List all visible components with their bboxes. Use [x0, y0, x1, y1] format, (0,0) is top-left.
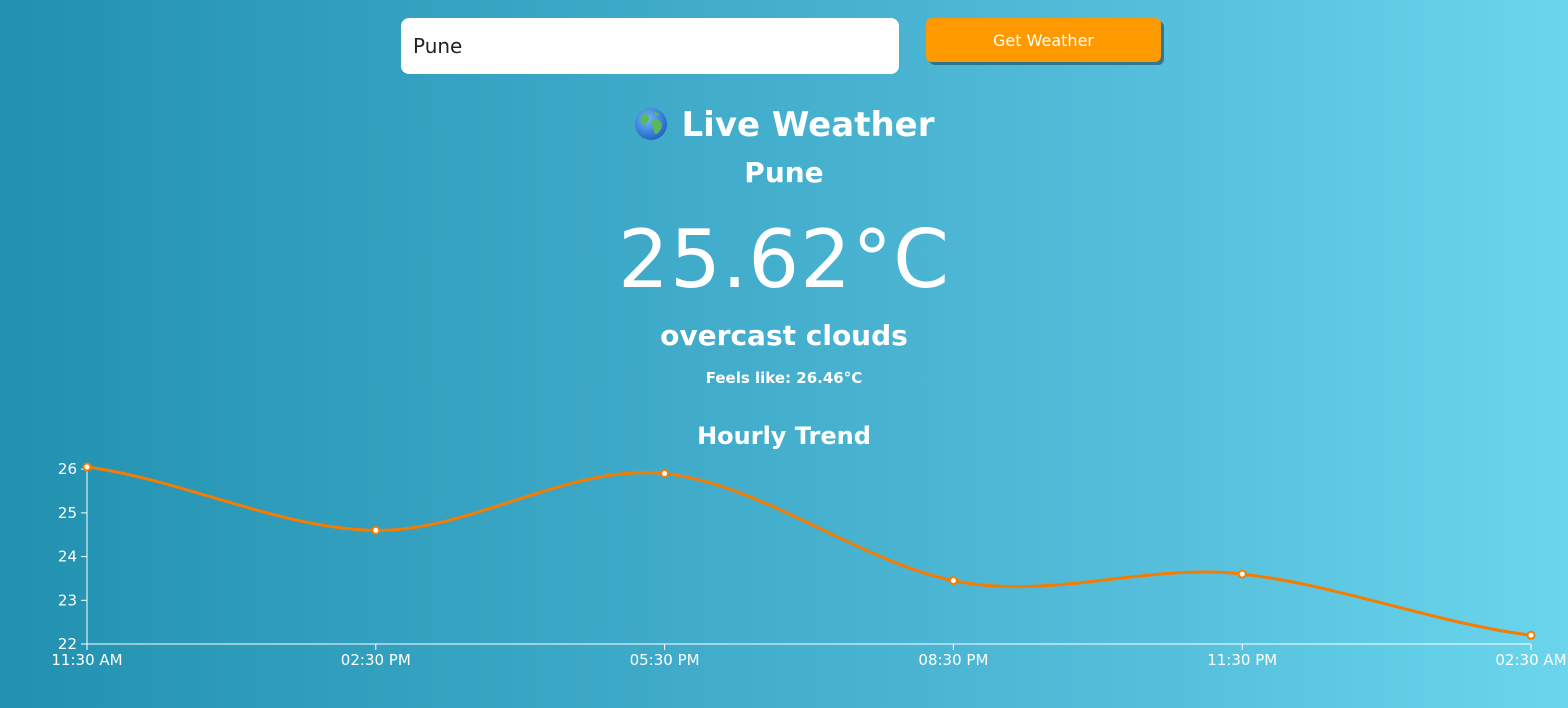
data-point [660, 469, 670, 479]
app-title-text: Live Weather [681, 105, 935, 145]
y-tick-label: 24 [58, 548, 77, 566]
city-name: Pune [744, 156, 824, 189]
x-tick-label: 05:30 PM [630, 651, 700, 669]
temperature-trend-line [86, 465, 1532, 637]
x-tick-label: 08:30 PM [918, 651, 988, 669]
y-tick-label: 25 [58, 504, 77, 522]
y-tick-label: 22 [58, 635, 77, 653]
x-tick-label: 02:30 PM [341, 651, 411, 669]
chart-title: Hourly Trend [697, 422, 871, 450]
data-point [1237, 569, 1247, 579]
feels-like-text: Feels like: 26.46°C [705, 369, 863, 387]
x-tick-label: 11:30 PM [1207, 651, 1277, 669]
data-point [948, 576, 958, 586]
y-tick-label: 23 [58, 591, 77, 609]
y-tick-label: 26 [58, 460, 77, 478]
data-point [371, 525, 381, 535]
get-weather-button[interactable]: Get Weather [926, 18, 1161, 62]
data-point [82, 462, 92, 472]
city-search-input[interactable] [401, 18, 899, 74]
weather-description: overcast clouds [660, 319, 908, 352]
x-tick-label: 02:30 AM [1495, 651, 1566, 669]
x-tick-label: 11:30 AM [51, 651, 122, 669]
temperature-value: 25.62°C [618, 213, 950, 306]
globe-icon [634, 108, 667, 140]
data-point [1526, 630, 1536, 640]
app-title: Live Weather [0, 104, 1568, 146]
